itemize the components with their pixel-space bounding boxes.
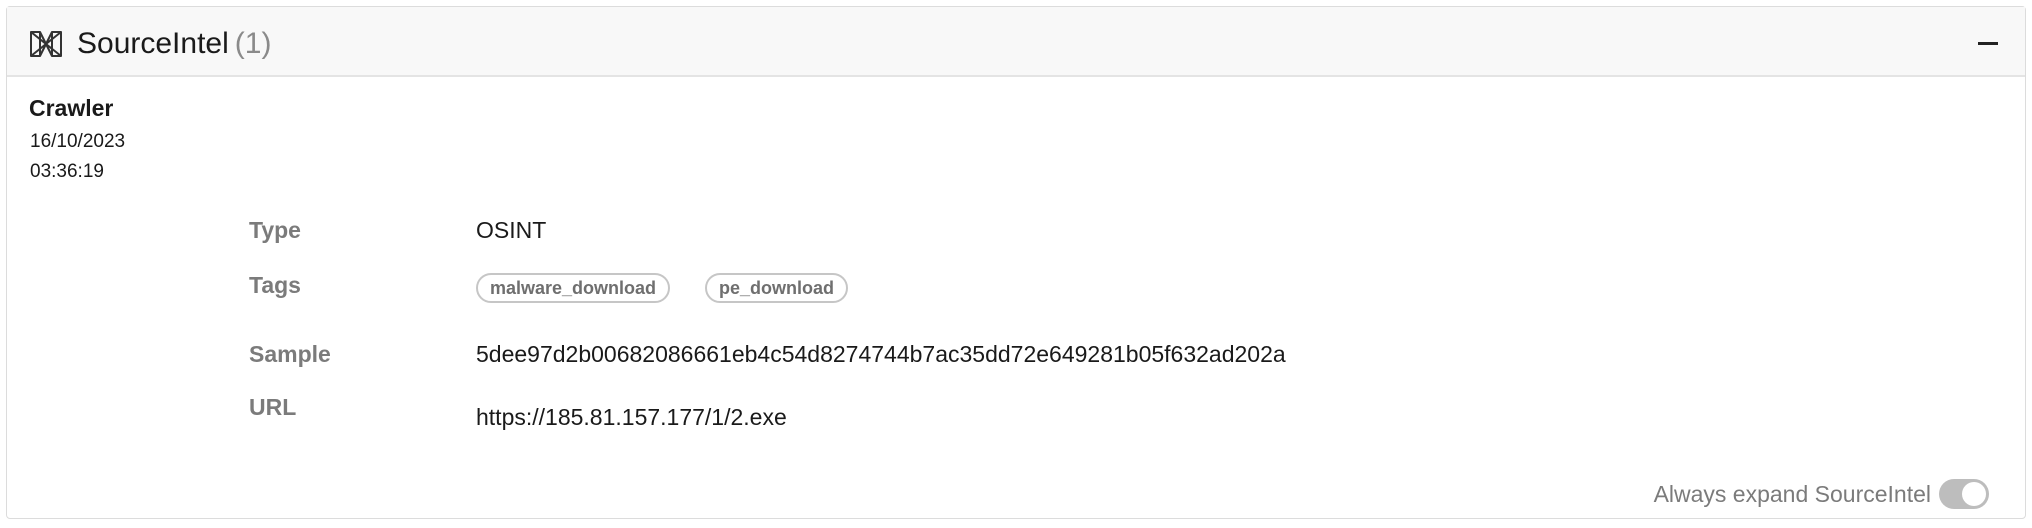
sample-hash[interactable]: 5dee97d2b00682086661eb4c54d8274744b7ac35…	[476, 341, 1286, 368]
type-label: Type	[249, 217, 301, 243]
always-expand-toggle[interactable]	[1939, 479, 1989, 509]
tags-label: Tags	[249, 272, 301, 298]
type-value: OSINT	[476, 217, 547, 243]
sourceintel-panel: SourceIntel (1) Crawler 16/10/2023 03:36:…	[6, 6, 2026, 519]
sourceintel-logo-icon	[30, 31, 62, 57]
panel-header[interactable]: SourceIntel (1)	[7, 7, 2025, 77]
panel-title-text: SourceIntel	[77, 27, 229, 60]
minus-icon	[1978, 42, 1998, 45]
url-value[interactable]: https://185.81.157.177/1/2.exe	[476, 404, 787, 431]
tag-malware-download[interactable]: malware_download	[476, 273, 671, 303]
panel-title: SourceIntel (1)	[77, 27, 271, 61]
panel-count: (1)	[234, 27, 272, 60]
collapse-button[interactable]	[1973, 27, 2005, 59]
sample-label: Sample	[249, 341, 331, 367]
source-name: Crawler	[29, 95, 114, 121]
source-date: 16/10/2023	[30, 131, 126, 152]
always-expand-label: Always expand SourceIntel	[1653, 481, 1931, 507]
toggle-knob	[1962, 482, 1986, 506]
tag-pe-download[interactable]: pe_download	[705, 273, 849, 303]
source-time: 03:36:19	[30, 161, 104, 182]
url-label: URL	[249, 394, 297, 420]
